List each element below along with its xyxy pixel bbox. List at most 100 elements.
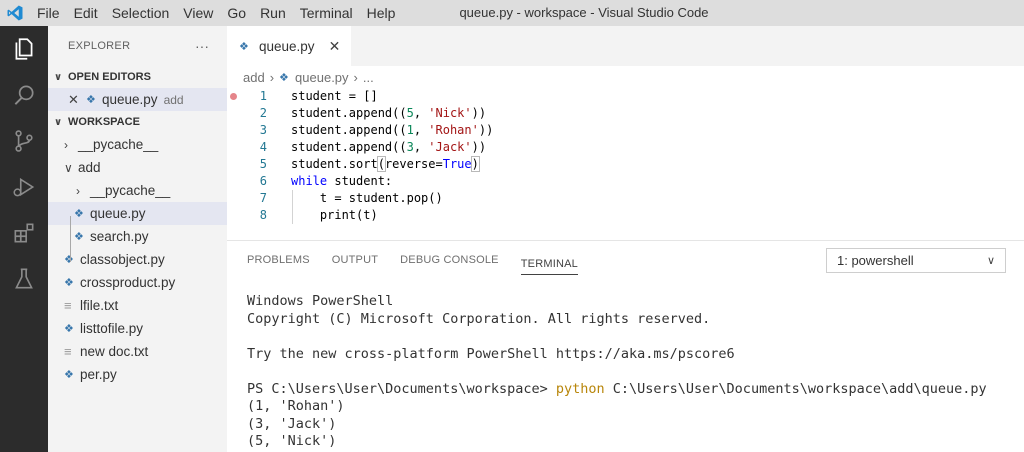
tree-item-classobject-py[interactable]: ❖ classobject.py	[48, 248, 227, 271]
tree-item-lfile-txt[interactable]: ≡ lfile.txt	[48, 294, 227, 317]
code-token: ))	[471, 106, 487, 120]
code-line: 1 student = []	[227, 88, 1024, 105]
testing-icon[interactable]	[0, 256, 48, 302]
tree-item-label: new doc.txt	[80, 344, 149, 359]
code-number: 3	[406, 140, 414, 154]
close-icon[interactable]: ✕	[68, 92, 86, 108]
code-token: ,	[413, 123, 429, 137]
tree-item-pycache[interactable]: › __pycache__	[48, 133, 227, 156]
bracket-match: )	[470, 156, 480, 172]
terminal-line: (1, 'Rohan')	[247, 398, 345, 414]
tab-queue-py[interactable]: ❖ queue.py ✕	[227, 26, 351, 66]
open-editors-section[interactable]: ∨ OPEN EDITORS	[48, 66, 227, 88]
code-token: ))	[478, 123, 494, 137]
open-editor-item[interactable]: ✕ ❖ queue.py add	[48, 88, 227, 111]
chevron-right-icon: ›	[76, 183, 80, 198]
menu-view[interactable]: View	[176, 0, 220, 26]
tree-item-add[interactable]: ∨ add	[48, 156, 227, 179]
breadcrumb-folder[interactable]: add	[243, 70, 265, 85]
activity-bar	[0, 26, 48, 452]
menu-file[interactable]: File	[30, 0, 67, 26]
terminal-select[interactable]: 1: powershell ∨	[826, 248, 1006, 273]
menu-terminal[interactable]: Terminal	[293, 0, 360, 26]
sidebar-header: EXPLORER ···	[48, 26, 227, 66]
python-file-icon: ❖	[64, 369, 74, 381]
search-icon[interactable]	[0, 72, 48, 118]
breadcrumb-separator-icon: ›	[269, 69, 275, 85]
bracket-match: (	[376, 156, 386, 172]
code-text: student.append((3, 'Jack'))	[291, 139, 486, 156]
line-number: 2	[259, 106, 267, 120]
editor-area: ❖ queue.py ✕ add › ❖ queue.py › ... 1 st…	[227, 26, 1024, 240]
workspace-section[interactable]: ∨ WORKSPACE	[48, 111, 227, 133]
code-token: student.append((	[291, 123, 407, 137]
tree-indent-guide	[70, 216, 71, 262]
breakpoint-icon[interactable]	[230, 93, 237, 100]
explorer-icon[interactable]	[0, 26, 48, 72]
terminal-select-value: 1: powershell	[837, 253, 914, 268]
window-title-text: queue.py - workspace - Visual Studio Cod…	[459, 5, 709, 20]
breadcrumb-rest[interactable]: ...	[363, 70, 374, 85]
code-string: 'Jack'	[428, 140, 472, 154]
source-control-icon[interactable]	[0, 118, 48, 164]
tree-item-search-py[interactable]: ❖ search.py	[48, 225, 227, 248]
vscode-logo-icon	[0, 0, 30, 26]
terminal-line: (3, 'Jack')	[247, 415, 337, 432]
terminal-line: Try the new cross-platform PowerShell ht…	[247, 345, 735, 362]
extensions-icon[interactable]	[0, 210, 48, 256]
chevron-down-icon: ∨	[54, 71, 63, 83]
tree-item-crossproduct-py[interactable]: ❖ crossproduct.py	[48, 271, 227, 294]
close-icon[interactable]: ✕	[329, 38, 341, 55]
run-debug-icon[interactable]	[0, 164, 48, 210]
terminal-prompt: PS C:\Users\User\Documents\workspace>	[247, 380, 556, 397]
code-line: 5 student.sort(reverse=True)	[227, 156, 1024, 173]
code-token: reverse=	[384, 157, 443, 171]
chevron-down-icon: ∨	[54, 116, 63, 128]
tree-item-add-pycache[interactable]: › __pycache__	[48, 179, 227, 202]
python-file-icon: ❖	[74, 208, 84, 220]
text-file-icon: ≡	[64, 344, 72, 359]
terminal-line: Copyright (C) Microsoft Corporation. All…	[247, 310, 711, 327]
terminal-line: (5, 'Nick')	[247, 433, 337, 449]
code-line: 4 student.append((3, 'Jack'))	[227, 139, 1024, 156]
code-token: ))	[471, 140, 487, 154]
menu-help[interactable]: Help	[360, 0, 403, 26]
code-text: student.append((5, 'Nick'))	[291, 105, 486, 122]
chevron-right-icon: ›	[64, 137, 68, 152]
code-text: t = student.pop()	[291, 191, 443, 205]
python-file-icon: ❖	[64, 254, 74, 266]
breadcrumb-separator-icon: ›	[353, 69, 358, 85]
python-file-icon: ❖	[64, 323, 74, 335]
line-number: 6	[259, 174, 267, 188]
tree-item-label: lfile.txt	[80, 298, 119, 313]
python-file-icon: ❖	[86, 94, 96, 106]
code-keyword: while	[291, 174, 328, 188]
tab-problems[interactable]: PROBLEMS	[247, 241, 310, 279]
code-keyword: True	[442, 157, 472, 171]
breadcrumb-file[interactable]: queue.py	[295, 70, 349, 85]
tree-item-queue-py[interactable]: ❖ queue.py	[48, 202, 227, 225]
python-file-icon: ❖	[239, 40, 249, 53]
code-token: student:	[327, 174, 393, 188]
terminal-output[interactable]: Windows PowerShell Copyright (C) Microso…	[247, 293, 987, 451]
tree-item-listtofile-py[interactable]: ❖ listtofile.py	[48, 317, 227, 340]
tab-terminal[interactable]: TERMINAL	[520, 245, 578, 275]
terminal-argument: C:\Users\User\Documents\workspace\add\qu…	[604, 380, 987, 397]
menu-run[interactable]: Run	[253, 0, 293, 26]
line-number: 7	[259, 191, 267, 205]
tree-item-new-doc-txt[interactable]: ≡ new doc.txt	[48, 340, 227, 363]
more-actions-icon[interactable]: ···	[195, 38, 209, 54]
menu-selection[interactable]: Selection	[105, 0, 177, 26]
menu-go[interactable]: Go	[220, 0, 253, 26]
tree-item-per-py[interactable]: ❖ per.py	[48, 363, 227, 386]
code-line: 8 print(t)	[227, 207, 1024, 224]
line-number: 8	[259, 208, 267, 222]
line-number: 5	[259, 157, 267, 171]
workspace-label: WORKSPACE	[68, 116, 140, 128]
tab-output[interactable]: OUTPUT	[332, 241, 378, 279]
terminal-command-line: PS C:\Users\User\Documents\workspace> py…	[247, 381, 987, 399]
code-line: 2 student.append((5, 'Nick'))	[227, 105, 1024, 122]
tab-debug-console[interactable]: DEBUG CONSOLE	[400, 241, 499, 279]
menu-edit[interactable]: Edit	[67, 0, 105, 26]
code-editor[interactable]: 1 student = [] 2 student.append((5, 'Nic…	[227, 88, 1024, 224]
